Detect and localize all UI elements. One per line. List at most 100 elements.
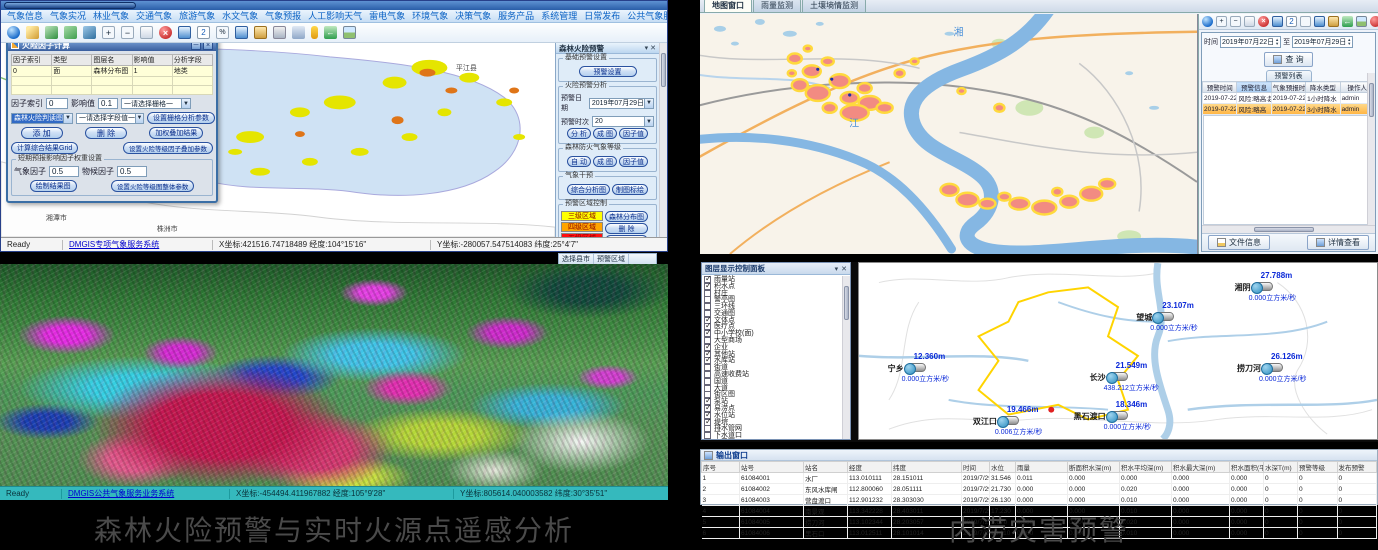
column-header[interactable]: 类型 — [52, 55, 92, 66]
terrain-factor-input[interactable] — [117, 166, 147, 177]
station-gauge-icon[interactable] — [1253, 282, 1273, 291]
table-row[interactable]: 2019-07-22 1...风险:略高2019-07-22 1...3小时降水… — [1203, 104, 1375, 115]
system-name-link[interactable]: DMGIS专项气象服务系统 — [63, 240, 213, 250]
menu-item[interactable]: 气象信息 — [7, 12, 43, 21]
pan-icon[interactable] — [140, 26, 153, 39]
image-icon[interactable] — [1356, 16, 1367, 27]
close-icon[interactable]: × — [203, 43, 213, 50]
set-factor-overlay-button[interactable]: 设置火险等级因子叠加参数 — [123, 142, 213, 154]
hydro-station-marker[interactable]: 黑石渡口 18.346m 0.000立方米/秒 — [1108, 411, 1128, 420]
station-gauge-icon[interactable] — [999, 416, 1019, 425]
station-gauge-icon[interactable] — [1108, 411, 1128, 420]
tab-rain-monitor[interactable]: 雨量监测 — [753, 0, 801, 12]
warning-date-select[interactable]: 2019年07月29日▼ — [589, 98, 654, 109]
zoom-in-icon[interactable] — [102, 26, 115, 39]
date-to-picker[interactable]: 2019年07月29日▲▼ — [1292, 36, 1353, 48]
doc2-icon[interactable] — [1286, 16, 1297, 27]
map1-icon[interactable] — [1314, 16, 1325, 27]
menu-item[interactable]: 气象预报 — [265, 12, 301, 21]
vertical-scrollbar[interactable] — [842, 276, 850, 439]
column-header[interactable]: 时间 — [962, 462, 990, 473]
field-select[interactable]: 一请选择字段值一▼ — [76, 113, 144, 124]
window-icon[interactable] — [178, 26, 191, 39]
column-header[interactable]: 预警信息 — [1237, 82, 1271, 93]
measure-icon[interactable] — [26, 26, 39, 39]
vertical-scrollbar[interactable] — [1367, 73, 1375, 225]
table-row[interactable]: 261084002东风水库闸112.80006028.0511112019/7/… — [702, 484, 1377, 495]
tab-map-window[interactable]: 地图窗口 — [704, 0, 752, 12]
column-header[interactable]: 积水平均深(m) — [1120, 462, 1172, 473]
pin-icon[interactable]: ▾ — [835, 265, 839, 273]
add-button[interactable]: 添 加 — [21, 127, 63, 139]
zoomsel-icon[interactable] — [216, 26, 229, 39]
column-header[interactable]: 影响值 — [132, 55, 172, 66]
menu-item[interactable]: 林业气象 — [93, 12, 129, 21]
result-list-empty[interactable] — [1203, 115, 1374, 225]
satellite-classification-image[interactable] — [0, 264, 668, 486]
menu-item[interactable]: 气象实况 — [50, 12, 86, 21]
table-row[interactable]: 0面森林分布图1地类 — [12, 66, 213, 77]
station-gauge-icon[interactable] — [1108, 372, 1128, 381]
column-header[interactable]: 雨量 — [1016, 462, 1068, 473]
make-map-button[interactable]: 成 图 — [593, 156, 617, 167]
pan-icon[interactable] — [1244, 16, 1255, 27]
column-header[interactable]: 序号 — [702, 462, 740, 473]
zoom-out-icon[interactable] — [1230, 16, 1241, 27]
menu-item[interactable]: 日常发布 — [584, 12, 620, 21]
station-gauge-icon[interactable] — [1154, 312, 1174, 321]
minimize-icon[interactable]: ─ — [191, 43, 201, 50]
query-button[interactable]: 查 询 — [1264, 52, 1312, 67]
raster-select[interactable]: 森林火险判读图▼ — [11, 113, 73, 124]
column-header[interactable]: 水位 — [990, 462, 1016, 473]
weight-overlay-button[interactable]: 加权叠加结果 — [149, 127, 203, 139]
draw-result-button[interactable]: 绘制结果图 — [30, 180, 77, 192]
column-header[interactable]: 站号 — [740, 462, 804, 473]
column-header[interactable]: 积水面积(平方米) — [1230, 462, 1264, 473]
column-header[interactable]: 预警时间 — [1203, 82, 1237, 93]
column-header[interactable]: 因子索引 — [12, 55, 52, 66]
print-icon[interactable] — [273, 26, 286, 39]
hydro-station-marker[interactable]: 望城 23.107m 0.000立方米/秒 — [1154, 312, 1174, 321]
zoom-out-icon[interactable] — [121, 26, 134, 39]
column-header[interactable]: 水深T(m) — [1264, 462, 1298, 473]
column-header[interactable]: 图层名 — [92, 55, 132, 66]
menu-item[interactable]: 决策气象 — [455, 12, 491, 21]
hydro-station-marker[interactable]: 宁乡 12.360m 0.000立方米/秒 — [906, 363, 926, 372]
back-icon[interactable] — [1342, 16, 1353, 27]
tab-soil-moisture[interactable]: 土壤墒情监测 — [802, 0, 866, 12]
chevron-down-icon[interactable]: ▼ — [135, 114, 143, 123]
table-row[interactable]: 361084003营盘渡口112.90123228.3030302019/7/2… — [702, 495, 1377, 506]
column-header[interactable]: 发布预警 — [1337, 462, 1377, 473]
delete-button[interactable]: 删 除 — [605, 223, 648, 234]
impact-input[interactable] — [98, 98, 118, 109]
stop-icon[interactable] — [1370, 16, 1378, 27]
factor-index-input[interactable] — [46, 98, 68, 109]
menu-item[interactable]: 服务产品 — [498, 12, 534, 21]
vertical-scrollbar[interactable] — [659, 43, 667, 237]
truck-icon[interactable] — [292, 26, 305, 39]
column-header[interactable]: 降水类型 — [1306, 82, 1340, 93]
pin-icon[interactable]: ▾ — [645, 44, 649, 52]
window-icon[interactable] — [1272, 16, 1283, 27]
table-row[interactable]: 161084001水厂113.01011128.1510112019/7/29 … — [702, 473, 1377, 484]
weather-factor-input[interactable] — [49, 166, 79, 177]
plane2-icon[interactable] — [83, 26, 96, 39]
globe-icon[interactable] — [7, 26, 20, 39]
close-red-icon[interactable] — [159, 26, 172, 39]
station-gauge-icon[interactable] — [1263, 363, 1283, 372]
column-header[interactable]: 站名 — [804, 462, 848, 473]
fire-risk-map[interactable]: 平江县长沙市湘潭市株洲市 火险因子计算 ─ × — [1, 43, 555, 237]
hydro-station-marker[interactable]: 长沙 21.549m 438.212立方米/秒 — [1108, 372, 1128, 381]
column-header[interactable]: 选择县市 — [559, 254, 594, 264]
dialog-title-bar[interactable]: 火险因子计算 ─ × — [8, 43, 216, 51]
map1-icon[interactable] — [235, 26, 248, 39]
column-header[interactable]: 预警区域 — [594, 254, 629, 264]
menu-item[interactable]: 雷电气象 — [369, 12, 405, 21]
menu-item[interactable]: 交通气象 — [136, 12, 172, 21]
set-level-map-button[interactable]: 设置火险等级图整体参数 — [111, 180, 195, 192]
composite-analysis-button[interactable]: 综合分析图 — [567, 184, 610, 195]
zoom-in-icon[interactable] — [1216, 16, 1227, 27]
warning-time-select[interactable]: 20▼ — [592, 116, 654, 127]
menu-item[interactable]: 旅游气象 — [179, 12, 215, 21]
date-from-picker[interactable]: 2019年07月22日▲▼ — [1220, 36, 1281, 48]
